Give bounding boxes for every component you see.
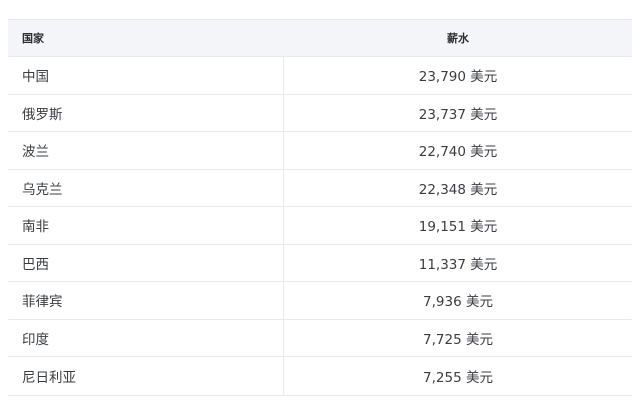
salary-cell: 7,936 美元 — [423, 294, 493, 311]
page: 国家 薪水 中国 23,790 美元 俄罗斯 23,737 美元 波兰 22,7… — [0, 0, 640, 417]
table-row: 尼日利亚 7,255 美元 — [8, 357, 632, 395]
country-cell: 波兰 — [8, 132, 284, 169]
column-header-country: 国家 — [22, 32, 44, 45]
salary-cell: 19,151 美元 — [418, 219, 498, 236]
table-row: 菲律宾 7,936 美元 — [8, 282, 632, 320]
table-row: 俄罗斯 23,737 美元 — [8, 94, 632, 132]
country-cell: 乌克兰 — [8, 169, 284, 206]
country-cell: 中国 — [8, 57, 284, 94]
country-cell: 南非 — [8, 207, 284, 244]
salary-cell: 22,740 美元 — [418, 144, 498, 161]
table-row: 南非 19,151 美元 — [8, 207, 632, 245]
salary-cell: 11,337 美元 — [418, 256, 498, 273]
salary-cell: 23,790 美元 — [418, 69, 498, 86]
country-cell: 印度 — [8, 319, 284, 356]
table-row: 乌克兰 22,348 美元 — [8, 169, 632, 207]
table-row: 印度 7,725 美元 — [8, 319, 632, 357]
salary-table: 国家 薪水 中国 23,790 美元 俄罗斯 23,737 美元 波兰 22,7… — [8, 19, 632, 396]
column-header-salary: 薪水 — [447, 32, 469, 45]
country-cell: 俄罗斯 — [8, 94, 284, 131]
table-header-row: 国家 薪水 — [8, 20, 632, 57]
table-row: 波兰 22,740 美元 — [8, 132, 632, 170]
salary-cell: 7,255 美元 — [423, 369, 493, 386]
salary-cell: 22,348 美元 — [418, 181, 498, 198]
table-row: 巴西 11,337 美元 — [8, 244, 632, 282]
salary-cell: 7,725 美元 — [423, 331, 493, 348]
country-cell: 巴西 — [8, 244, 284, 281]
salary-cell: 23,737 美元 — [418, 106, 498, 123]
country-cell: 菲律宾 — [8, 282, 284, 319]
table-row: 中国 23,790 美元 — [8, 57, 632, 95]
country-cell: 尼日利亚 — [8, 357, 284, 395]
